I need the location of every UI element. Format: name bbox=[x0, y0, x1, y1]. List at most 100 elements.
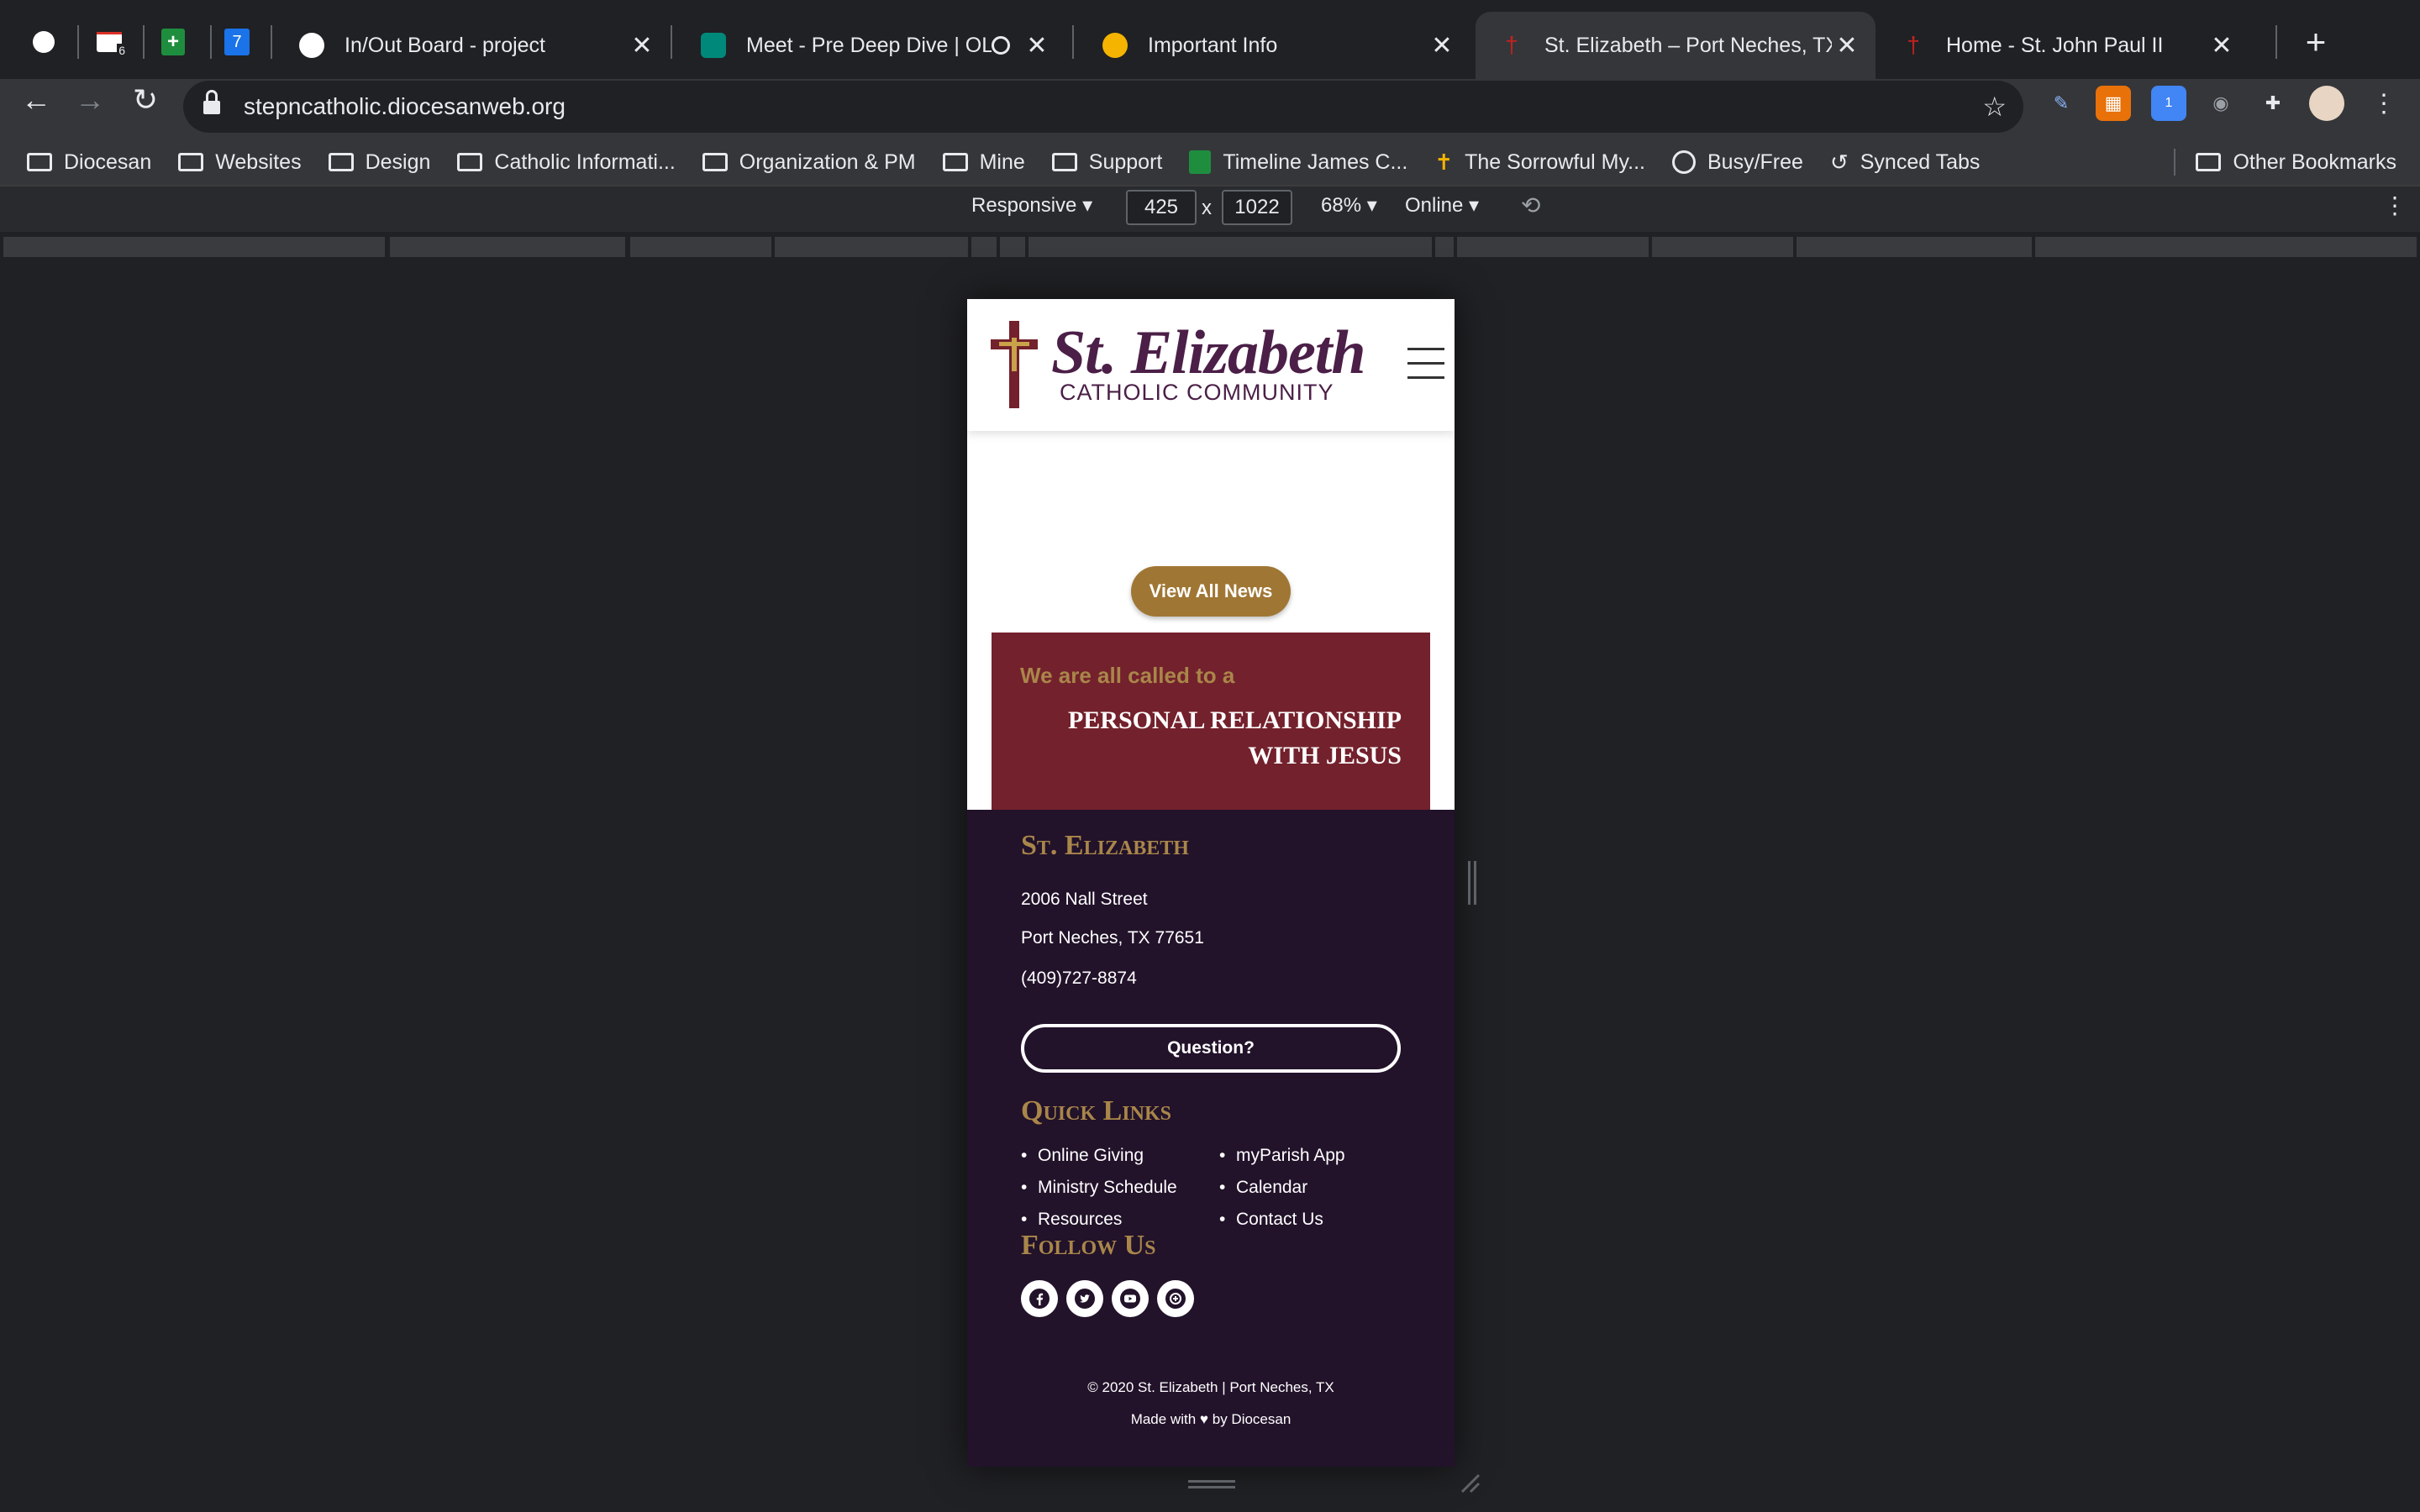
back-button[interactable]: ← bbox=[17, 81, 55, 119]
folder-icon bbox=[328, 153, 354, 171]
close-icon[interactable]: ✕ bbox=[1832, 31, 1862, 60]
extension-camera-icon[interactable]: ◉ bbox=[2203, 86, 2238, 121]
parish-heading: St. Elizabeth bbox=[1021, 830, 1189, 861]
reload-button[interactable]: ↻ bbox=[126, 81, 165, 119]
dimension-separator: x bbox=[1202, 197, 1212, 219]
heart-icon: ♥ bbox=[1199, 1411, 1208, 1427]
url-text: stepncatholic.diocesanweb.org bbox=[244, 93, 566, 119]
pinned-tab-calendar[interactable]: 7 bbox=[213, 18, 260, 66]
quick-link-online-giving[interactable]: Online Giving bbox=[1021, 1146, 1144, 1166]
extension-pen-icon[interactable]: ✎ bbox=[2044, 86, 2079, 121]
extension-office-icon[interactable]: ▦ bbox=[2096, 86, 2131, 121]
bookmarks-divider bbox=[2174, 149, 2176, 176]
close-icon[interactable]: ✕ bbox=[1427, 31, 1457, 60]
view-all-news-button[interactable]: View All News bbox=[1131, 566, 1291, 617]
tab-inout-board[interactable]: In/Out Board - project ✕ bbox=[276, 12, 671, 79]
quick-link-myparish-app[interactable]: myParish App bbox=[1219, 1146, 1344, 1166]
network-throttle-select[interactable]: Online ▾ bbox=[1405, 193, 1479, 218]
relationship-callout: We are all called to a PERSONAL RELATION… bbox=[992, 633, 1430, 811]
ruler-segment[interactable] bbox=[630, 237, 771, 257]
tab-title: St. Elizabeth – Port Neches, TX bbox=[1544, 33, 1832, 57]
bookmark-mine[interactable]: Mine bbox=[942, 150, 1025, 175]
phone-number[interactable]: (409)727-8874 bbox=[1021, 969, 1137, 989]
bookmark-label: Timeline James C... bbox=[1223, 150, 1408, 174]
tab-st-elizabeth[interactable]: † St. Elizabeth – Port Neches, TX ✕ bbox=[1476, 12, 1876, 79]
device-height-input[interactable]: 1022 bbox=[1222, 190, 1292, 225]
gmail-icon: 6 bbox=[97, 32, 127, 57]
crucifix-logo-icon[interactable] bbox=[991, 321, 1038, 408]
other-bookmarks[interactable]: Other Bookmarks bbox=[2196, 150, 2396, 175]
calendar-icon: 7 bbox=[224, 29, 250, 55]
ruler-segment[interactable] bbox=[390, 237, 625, 257]
bookmark-diocesan[interactable]: Diocesan bbox=[27, 150, 151, 175]
bookmark-star-icon[interactable]: ☆ bbox=[1982, 91, 2007, 123]
pinned-tab-gmail[interactable]: 6 bbox=[86, 18, 133, 66]
pinned-tab-sheets[interactable]: + bbox=[150, 18, 197, 66]
rotate-icon[interactable]: ⟲ bbox=[1521, 192, 1540, 219]
ruler-segment[interactable] bbox=[971, 237, 997, 257]
new-tab-button[interactable]: + bbox=[2294, 20, 2338, 64]
myparish-icon[interactable] bbox=[1157, 1280, 1194, 1317]
kebab-menu-icon[interactable]: ⋮ bbox=[2366, 86, 2402, 121]
bookmark-synced-tabs[interactable]: ↺ Synced Tabs bbox=[1830, 150, 1981, 176]
ruler-segment[interactable] bbox=[1797, 237, 2032, 257]
callout-line: WITH JESUS bbox=[1248, 742, 1402, 769]
callout-intro: We are all called to a bbox=[1020, 663, 1235, 688]
extension-calendar-icon[interactable]: 1 bbox=[2151, 86, 2186, 121]
pinned-tab-new[interactable] bbox=[20, 18, 67, 66]
avatar[interactable] bbox=[2309, 86, 2344, 121]
quick-link-resources[interactable]: Resources bbox=[1021, 1210, 1122, 1230]
bookmark-timeline[interactable]: Timeline James C... bbox=[1189, 150, 1407, 175]
puzzle-icon[interactable]: ✚ bbox=[2255, 86, 2291, 121]
bookmark-label: Support bbox=[1088, 150, 1163, 174]
zoom-select[interactable]: 68% ▾ bbox=[1321, 193, 1377, 218]
ruler-segment[interactable] bbox=[2035, 237, 2417, 257]
bookmark-support[interactable]: Support bbox=[1051, 150, 1163, 175]
folder-icon bbox=[942, 153, 968, 171]
tab-important-info[interactable]: Important Info ✕ bbox=[1079, 12, 1470, 79]
resize-handle-corner[interactable] bbox=[1459, 1472, 1481, 1494]
bookmark-organization[interactable]: Organization & PM bbox=[702, 150, 916, 175]
close-icon[interactable]: ✕ bbox=[627, 31, 657, 60]
extension-badge: 1 bbox=[2165, 96, 2173, 110]
site-footer: St. Elizabeth 2006 Nall Street Port Nech… bbox=[967, 810, 1455, 1467]
folder-icon bbox=[702, 153, 728, 171]
bookmark-busy-free[interactable]: Busy/Free bbox=[1672, 150, 1803, 175]
ruler-segment[interactable] bbox=[775, 237, 968, 257]
quick-link-calendar[interactable]: Calendar bbox=[1219, 1178, 1307, 1198]
facebook-icon[interactable] bbox=[1021, 1280, 1058, 1317]
device-select[interactable]: Responsive ▾ bbox=[971, 193, 1092, 218]
ruler-segment[interactable] bbox=[1457, 237, 1649, 257]
quick-link-ministry-schedule[interactable]: Ministry Schedule bbox=[1021, 1178, 1177, 1198]
address-bar[interactable]: stepncatholic.diocesanweb.org ☆ bbox=[183, 81, 2023, 133]
close-icon[interactable]: ✕ bbox=[2207, 31, 2237, 60]
folder-icon bbox=[1051, 153, 1077, 171]
tab-meet[interactable]: Meet - Pre Deep Dive | OLG ✕ bbox=[677, 12, 1065, 79]
plus-circle-icon bbox=[33, 31, 55, 53]
bookmark-catholic-info[interactable]: Catholic Informati... bbox=[457, 150, 676, 175]
tab-st-john-paul[interactable]: † Home - St. John Paul II ✕ bbox=[1877, 12, 2250, 79]
quick-links-heading: Quick Links bbox=[1021, 1095, 1171, 1126]
kebab-menu-icon[interactable]: ⋮ bbox=[2383, 192, 2407, 219]
made-with-suffix[interactable]: by Diocesan bbox=[1213, 1411, 1292, 1427]
ruler-segment[interactable] bbox=[1028, 237, 1432, 257]
youtube-icon[interactable] bbox=[1112, 1280, 1149, 1317]
site-logo-title[interactable]: St. Elizabeth bbox=[1051, 318, 1366, 389]
bookmark-sorrowful[interactable]: ✝ The Sorrowful My... bbox=[1434, 150, 1645, 176]
ruler-segment[interactable] bbox=[3, 237, 385, 257]
bookmark-websites[interactable]: Websites bbox=[178, 150, 302, 175]
twitter-icon[interactable] bbox=[1066, 1280, 1103, 1317]
resize-handle-right[interactable] bbox=[1468, 861, 1476, 905]
device-width-input[interactable]: 425 bbox=[1126, 190, 1197, 225]
hamburger-menu-icon[interactable] bbox=[1407, 348, 1444, 381]
quick-link-contact-us[interactable]: Contact Us bbox=[1219, 1210, 1323, 1230]
address-line: Port Neches, TX 77651 bbox=[1021, 928, 1204, 948]
close-icon[interactable]: ✕ bbox=[1022, 31, 1052, 60]
ruler-segment[interactable] bbox=[1652, 237, 1793, 257]
forward-button[interactable]: → bbox=[71, 81, 109, 119]
ruler-segment[interactable] bbox=[1435, 237, 1454, 257]
ruler-segment[interactable] bbox=[1000, 237, 1025, 257]
bookmark-design[interactable]: Design bbox=[328, 150, 430, 175]
resize-handle-bottom[interactable] bbox=[1188, 1480, 1235, 1488]
question-button[interactable]: Question? bbox=[1021, 1024, 1401, 1073]
